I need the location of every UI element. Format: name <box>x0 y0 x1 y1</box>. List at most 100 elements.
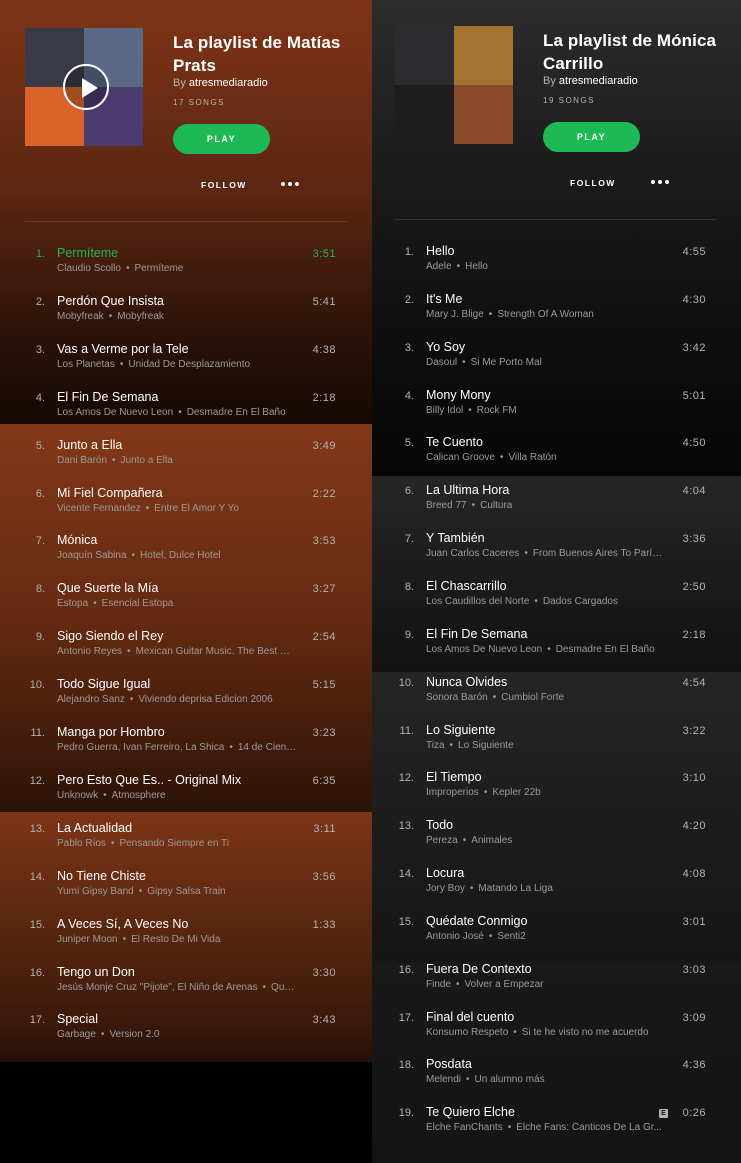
track-row[interactable]: 10. Todo Sigue Igual Alejandro Sanz • Vivien… <box>26 677 336 717</box>
artist-link[interactable]: Melendi <box>426 1074 461 1085</box>
playlist-cover-art[interactable] <box>395 26 513 144</box>
track-row[interactable]: 1. Hello Adele • Hello 4:55 <box>395 244 706 284</box>
artist-link[interactable]: Alejandro Sanz <box>57 694 125 705</box>
album-link[interactable]: Esencial Estopa <box>102 598 174 609</box>
artist-link[interactable]: Elche FanChants <box>426 1122 503 1133</box>
track-row[interactable]: 2. It's Me Mary J. Blige • Strength Of A Wom… <box>395 292 706 332</box>
track-row[interactable]: 12. Pero Esto Que Es.. - Original Mix Unkn… <box>26 773 336 813</box>
artist-link[interactable]: Adele <box>426 261 452 272</box>
album-link[interactable]: Version 2.0 <box>109 1029 159 1040</box>
track-row[interactable]: 11. Manga por Hombro Pedro Guerra, Ivan Fe… <box>26 725 336 765</box>
track-row[interactable]: 6. Mi Fiel Compañera Vicente Fernandez • Ent… <box>26 486 336 526</box>
artist-link[interactable]: Pereza <box>426 835 458 846</box>
artist-link[interactable]: Los Amos De Nuevo Leon <box>57 407 173 418</box>
track-row[interactable]: 14. No Tiene Chiste Yumi Gipsy Band • Gipsy … <box>26 869 336 909</box>
track-row[interactable]: 7. Y También Juan Carlos Caceres • From Buen… <box>395 531 706 571</box>
album-link[interactable]: Atmosphere <box>112 790 166 801</box>
album-link[interactable]: Cumbiol Forte <box>501 692 564 703</box>
artist-link[interactable]: Joaquín Sabina <box>57 550 127 561</box>
track-row[interactable]: 16. Fuera De Contexto Finde • Volver a Empez… <box>395 962 706 1002</box>
album-link[interactable]: Villa Ratón <box>508 452 556 463</box>
track-row[interactable]: 8. Que Suerte la Mía Estopa • Esencial Estop… <box>26 581 336 621</box>
artist-link[interactable]: Unknowk <box>57 790 98 801</box>
track-row[interactable]: 7. Mónica Joaquín Sabina • Hotel, Dulce Hote… <box>26 533 336 573</box>
follow-button[interactable]: FOLLOW <box>201 180 247 190</box>
track-row[interactable]: 12. El Tiempo Improperios • Kepler 22b 3:10 <box>395 770 706 810</box>
track-row[interactable]: 8. El Chascarrillo Los Caudillos del Norte… <box>395 579 706 619</box>
track-row[interactable]: 10. Nunca Olvides Sonora Barón • Cumbiol For… <box>395 675 706 715</box>
track-row[interactable]: 15. A Veces Sí, A Veces No Juniper Moon • El… <box>26 917 336 957</box>
album-link[interactable]: Rock FM <box>477 405 517 416</box>
more-options-icon[interactable] <box>651 180 669 184</box>
artist-link[interactable]: Sonora Barón <box>426 692 488 703</box>
track-row[interactable]: 3. Yo Soy Dasoul • Si Me Porto Mal 3:42 <box>395 340 706 380</box>
artist-link[interactable]: Antonio Reyes <box>57 646 122 657</box>
album-link[interactable]: Dados Cargados <box>543 596 618 607</box>
artist-link[interactable]: Los Amos De Nuevo Leon <box>426 644 542 655</box>
artist-link[interactable]: Yumi Gipsy Band <box>57 886 134 897</box>
owner-link[interactable]: atresmediaradio <box>559 75 638 87</box>
artist-link[interactable]: Billy Idol <box>426 405 463 416</box>
artist-link[interactable]: Tiza <box>426 740 445 751</box>
album-link[interactable]: Junto a Ella <box>121 455 173 466</box>
artist-link[interactable]: Breed 77 <box>426 500 467 511</box>
artist-link[interactable]: Jesús Monje Cruz "Pijote", El Niño de Ar… <box>57 982 258 993</box>
album-link[interactable]: Desmadre En El Baño <box>556 644 655 655</box>
album-link[interactable]: Senti2 <box>497 931 525 942</box>
album-link[interactable]: 14 de Ciento... <box>238 742 297 753</box>
more-options-icon[interactable] <box>281 182 299 186</box>
album-link[interactable]: Elche Fans: Canticos De La Gr... <box>516 1122 662 1133</box>
album-link[interactable]: Unidad De Desplazamiento <box>128 359 250 370</box>
artist-link[interactable]: Improperios <box>426 787 479 798</box>
album-link[interactable]: Mexican Guitar Music. The Best Ra... <box>136 646 297 657</box>
artist-link[interactable]: Antonio José <box>426 931 484 942</box>
track-row[interactable]: 17. Special Garbage • Version 2.0 3:43 <box>26 1012 336 1052</box>
track-row[interactable]: 11. Lo Siguiente Tiza • Lo Siguiente 3:22 <box>395 723 706 763</box>
artist-link[interactable]: Jory Boy <box>426 883 465 894</box>
track-row[interactable]: 1. Permíteme Claudio Scollo • Permíteme 3:51 <box>26 246 336 286</box>
artist-link[interactable]: Calican Groove <box>426 452 495 463</box>
track-row[interactable]: 19. Te Quiero Elche Elche FanChants • Elche … <box>395 1105 706 1145</box>
album-link[interactable]: Strength Of A Woman <box>497 309 594 320</box>
artist-link[interactable]: Estopa <box>57 598 88 609</box>
artist-link[interactable]: Los Planetas <box>57 359 115 370</box>
track-row[interactable]: 13. La Actualidad Pablo Ríos • Pensando Siem… <box>26 821 336 861</box>
album-link[interactable]: Un alumno más <box>475 1074 545 1085</box>
artist-link[interactable]: Pablo Ríos <box>57 838 106 849</box>
album-link[interactable]: Animales <box>471 835 512 846</box>
album-link[interactable]: Cultura <box>480 500 512 511</box>
album-link[interactable]: Quej... <box>271 982 297 993</box>
artist-link[interactable]: Claudio Scollo <box>57 263 121 274</box>
album-link[interactable]: Pensando Siempre en Ti <box>119 838 229 849</box>
album-link[interactable]: Viviendo deprisa Edicion 2006 <box>138 694 272 705</box>
album-link[interactable]: El Resto De Mi Vida <box>131 934 220 945</box>
album-link[interactable]: Hello <box>465 261 488 272</box>
play-button[interactable]: PLAY <box>173 124 270 154</box>
owner-link[interactable]: atresmediaradio <box>189 77 268 89</box>
track-row[interactable]: 9. El Fin De Semana Los Amos De Nuevo Leon… <box>395 627 706 667</box>
track-row[interactable]: 17. Final del cuento Konsumo Respeto • Si te… <box>395 1010 706 1050</box>
album-link[interactable]: Matando La Liga <box>478 883 553 894</box>
track-row[interactable]: 6. La Ultima Hora Breed 77 • Cultura 4:04 <box>395 483 706 523</box>
album-link[interactable]: Gipsy Salsa Train <box>147 886 225 897</box>
album-link[interactable]: Volver a Empezar <box>465 979 544 990</box>
track-row[interactable]: 16. Tengo un Don Jesús Monje Cruz "Pijote"… <box>26 965 336 1005</box>
artist-link[interactable]: Konsumo Respeto <box>426 1027 508 1038</box>
album-link[interactable]: Si te he visto no me acuerdo <box>522 1027 649 1038</box>
follow-button[interactable]: FOLLOW <box>570 178 616 188</box>
play-icon[interactable] <box>63 64 109 110</box>
album-link[interactable]: Permíteme <box>134 263 183 274</box>
album-link[interactable]: Lo Siguiente <box>458 740 514 751</box>
track-row[interactable]: 9. Sigo Siendo el Rey Antonio Reyes • Mexica… <box>26 629 336 669</box>
artist-link[interactable]: Dani Barón <box>57 455 107 466</box>
album-link[interactable]: Hotel, Dulce Hotel <box>140 550 221 561</box>
artist-link[interactable]: Finde <box>426 979 451 990</box>
play-button[interactable]: PLAY <box>543 122 640 152</box>
track-row[interactable]: 3. Vas a Verme por la Tele Los Planetas • Un… <box>26 342 336 382</box>
artist-link[interactable]: Garbage <box>57 1029 96 1040</box>
album-link[interactable]: Kepler 22b <box>492 787 540 798</box>
artist-link[interactable]: Dasoul <box>426 357 457 368</box>
album-link[interactable]: Si Me Porto Mal <box>471 357 542 368</box>
artist-link[interactable]: Vicente Fernandez <box>57 503 141 514</box>
artist-link[interactable]: Los Caudillos del Norte <box>426 596 529 607</box>
